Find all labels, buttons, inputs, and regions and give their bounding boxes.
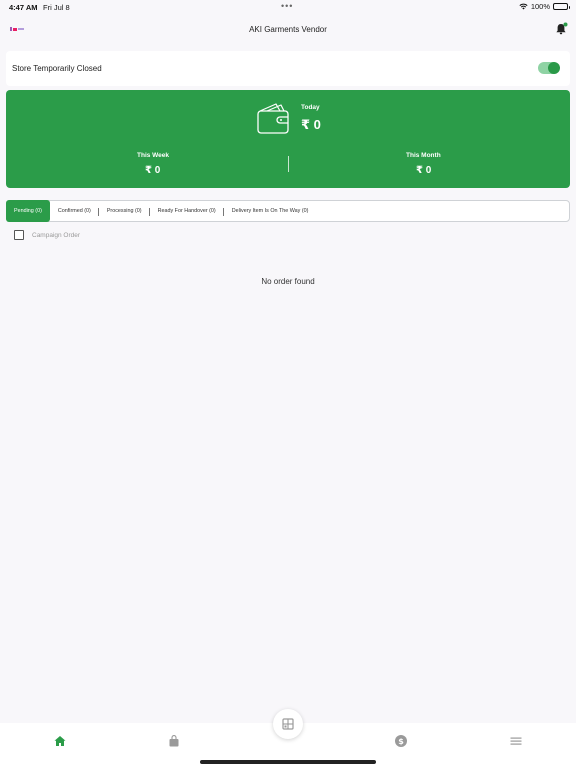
today-label: Today: [301, 104, 320, 111]
page-title: AKI Garments Vendor: [249, 25, 327, 34]
menu-icon[interactable]: [509, 734, 523, 748]
app-header: AKI Garments Vendor: [0, 14, 576, 48]
earnings-divider: [288, 156, 289, 172]
tab-on-the-way[interactable]: Delivery Item Is On The Way (0): [224, 201, 317, 221]
this-month-earnings-value: ₹ 0: [416, 165, 432, 176]
notification-bell-icon[interactable]: [554, 22, 568, 36]
tab-confirmed[interactable]: Confirmed (0): [50, 201, 99, 221]
campaign-order-checkbox[interactable]: [14, 230, 24, 240]
multitasking-dots-icon[interactable]: •••: [281, 1, 293, 11]
battery-icon: [553, 3, 570, 10]
battery-percent: 100%: [530, 2, 550, 11]
pos-button[interactable]: [273, 709, 303, 739]
earnings-card: Today ₹ 0 This Week ₹ 0 This Month ₹ 0: [6, 90, 570, 188]
this-week-earnings-value: ₹ 0: [145, 165, 161, 176]
campaign-order-filter[interactable]: Campaign Order: [14, 230, 80, 240]
tab-pending[interactable]: Pending (0): [6, 199, 50, 222]
this-month-label: This Month: [406, 152, 441, 159]
toggle-knob: [548, 62, 560, 74]
status-date: Fri Jul 8: [43, 3, 70, 12]
order-status-tabs: Pending (0) Confirmed (0) Processing (0)…: [6, 199, 570, 222]
shopping-bag-icon[interactable]: [167, 734, 181, 748]
store-status-label: Store Temporarily Closed: [12, 64, 102, 73]
campaign-order-label: Campaign Order: [32, 231, 81, 239]
dollar-icon[interactable]: $: [394, 734, 408, 748]
home-indicator[interactable]: [200, 760, 376, 764]
pos-icon: [282, 718, 294, 730]
store-closed-toggle[interactable]: [538, 62, 560, 74]
status-right: 100%: [519, 2, 570, 11]
svg-text:$: $: [398, 737, 404, 746]
home-icon[interactable]: [53, 734, 67, 748]
store-status-card: Store Temporarily Closed: [6, 51, 570, 86]
status-time: 4:47 AM: [9, 3, 38, 12]
status-bar: 4:47 AM Fri Jul 8 ••• 100%: [0, 0, 576, 14]
tab-processing[interactable]: Processing (0): [99, 201, 150, 221]
wifi-icon: [519, 3, 528, 10]
wallet-icon: [257, 103, 289, 134]
tab-ready-for-handover[interactable]: Ready For Handover (0): [150, 201, 224, 221]
today-earnings-value: ₹ 0: [301, 117, 321, 132]
this-week-label: This Week: [137, 152, 170, 159]
empty-orders-message: No order found: [261, 277, 315, 286]
